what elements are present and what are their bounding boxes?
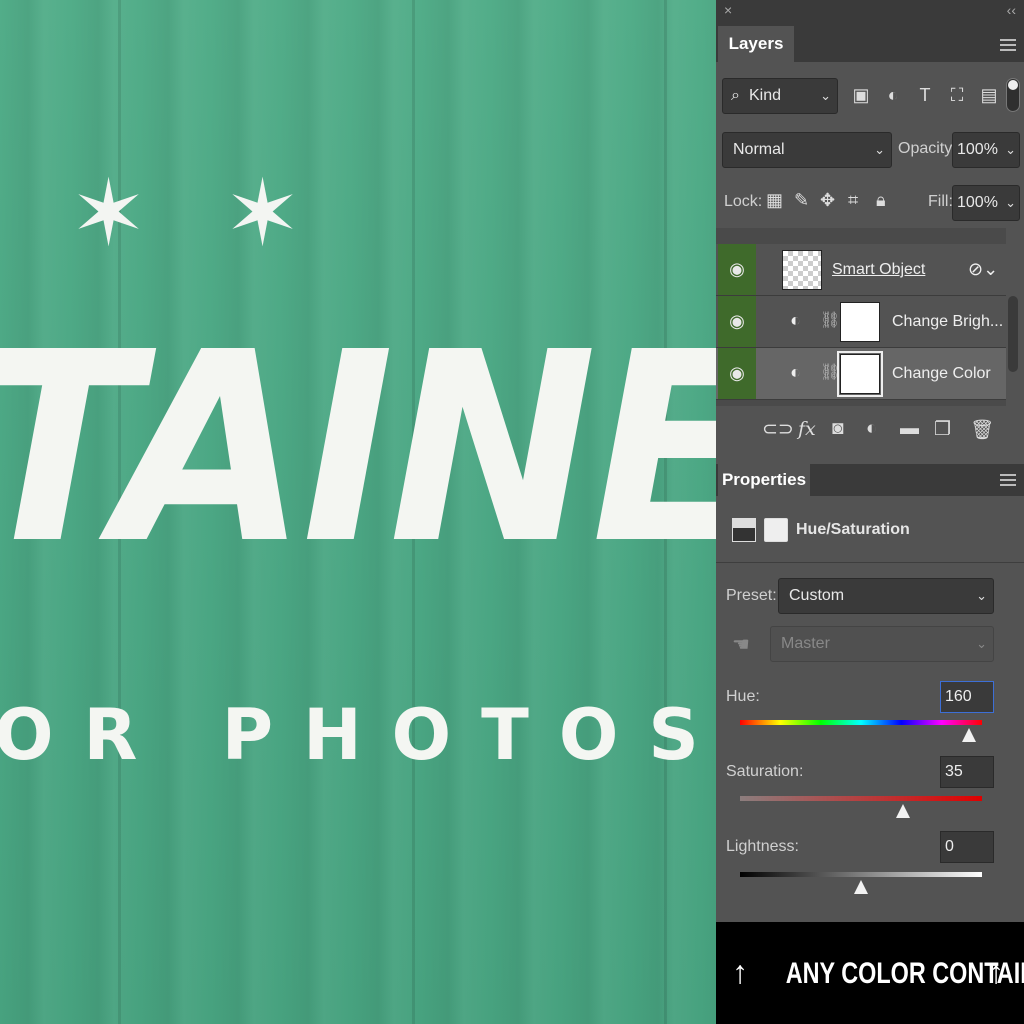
chevron-down-icon: ⌄ (874, 142, 885, 157)
chevron-down-icon: ⌄ (820, 88, 831, 103)
preset-value: Custom (789, 587, 845, 604)
chevron-down-icon: ⌄ (976, 636, 987, 651)
filter-kind-label: Kind (749, 87, 782, 104)
lock-position-icon[interactable]: ✥ (820, 190, 835, 211)
fill-value: 100% (957, 194, 998, 211)
shape-filter-icon[interactable]: ⛶ (946, 84, 968, 106)
lightness-slider-thumb[interactable] (854, 880, 868, 894)
chevron-down-icon: ⌄ (976, 588, 987, 603)
star-icon: ✶ (224, 160, 302, 267)
close-panel-icon[interactable]: × (724, 2, 732, 18)
fill-field[interactable]: 100% ⌄ (952, 185, 1020, 221)
trash-icon[interactable]: 🗑︎ (970, 418, 994, 442)
artwork-headline: TAINER (0, 296, 716, 601)
mask-properties-icon[interactable] (764, 518, 788, 542)
adjustment-layer-icon: ◐ (790, 362, 801, 382)
hue-slider-thumb[interactable] (961, 728, 976, 742)
lock-paint-icon[interactable]: ✎ (794, 190, 809, 211)
artwork-subline: OR PHOTOSHOP (0, 694, 716, 776)
folder-icon[interactable]: ▬ (900, 418, 919, 440)
layer-mask-thumbnail (840, 302, 880, 342)
image-filter-icon[interactable]: ▣ (850, 84, 872, 106)
visibility-eye-icon[interactable]: ◉ (718, 244, 756, 295)
opacity-label: Opacity: (898, 140, 957, 157)
collapse-panel-icon[interactable]: ‹‹ (1007, 2, 1016, 18)
arrow-up-icon: ↑ (732, 954, 748, 990)
layer-smart-object[interactable]: ◉ Smart Object ⊘⌄ (716, 244, 1006, 296)
properties-tab-strip: Properties (716, 464, 1024, 496)
opacity-field[interactable]: 100% ⌄ (952, 132, 1020, 168)
preset-select[interactable]: Custom ⌄ (778, 578, 994, 614)
banner-text: ANY COLOR CONTAINER (785, 957, 1024, 990)
lightness-label: Lightness: (726, 838, 799, 855)
layer-name: Smart Object (832, 261, 926, 278)
star-icon: ✶ (70, 160, 148, 267)
layer-mask-thumbnail (837, 351, 883, 397)
lightness-input[interactable]: 0 (940, 831, 994, 863)
chain-link-icon[interactable]: ⛓ (820, 362, 840, 382)
fx-icon[interactable]: fx (798, 418, 816, 440)
hue-input[interactable]: 160 (940, 681, 994, 713)
layers-panel-menu-icon[interactable] (1000, 39, 1016, 51)
layer-change-brightness[interactable]: ◉ ◐ ⛓ Change Brigh... (716, 296, 1006, 348)
smart-object-filter-icon[interactable]: ▤ (978, 84, 1000, 106)
channel-value: Master (781, 635, 830, 652)
tab-layers[interactable]: Layers (718, 26, 794, 62)
visibility-eye-icon[interactable]: ◉ (718, 296, 756, 347)
preset-label: Preset: (726, 587, 777, 604)
layers-tab-strip: × ‹‹ Layers (716, 0, 1024, 62)
smart-filter-icon[interactable]: ⊘⌄ (968, 244, 998, 295)
search-icon: ⌕ (731, 87, 740, 104)
document-canvas[interactable]: ✶ ✶ TAINER OR PHOTOSHOP (0, 0, 716, 1024)
opacity-value: 100% (957, 141, 998, 158)
filter-icons: ▣ ◐ T ⛶ ▤ (850, 84, 1000, 106)
hue-slider-track[interactable] (740, 720, 982, 725)
blend-mode-select[interactable]: Normal ⌄ (722, 132, 892, 168)
promo-banner: ↑ ANY COLOR CONTAINER ↑ (716, 922, 1024, 1024)
adjustment-icon[interactable]: ◐ (866, 418, 877, 440)
link-icon[interactable]: ⊂⊃ (762, 418, 794, 441)
blend-mode-value: Normal (733, 141, 785, 158)
chain-link-icon[interactable]: ⛓ (820, 310, 840, 330)
adjustment-layer-icon: ◐ (790, 310, 801, 330)
new-layer-icon[interactable]: ❐ (934, 418, 951, 441)
filter-toggle[interactable] (1006, 78, 1020, 112)
saturation-slider-track[interactable] (740, 796, 982, 801)
type-filter-icon[interactable]: T (914, 84, 936, 106)
lock-all-icon[interactable]: 🔒︎ (876, 190, 886, 211)
chevron-down-icon: ⌄ (1005, 195, 1016, 210)
saturation-input[interactable]: 35 (940, 756, 994, 788)
fill-label: Fill: (928, 193, 953, 210)
tab-properties[interactable]: Properties (718, 464, 810, 496)
lock-label: Lock: (724, 193, 763, 210)
divider (716, 562, 1024, 563)
visibility-eye-icon[interactable]: ◉ (718, 348, 756, 399)
right-panel: × ‹‹ Layers ⌕ Kind ⌄ ▣ ◐ T ⛶ ▤ Normal ⌄ … (716, 0, 1024, 1024)
adjustment-title: Hue/Saturation (796, 521, 910, 538)
layers-list: ◉ Smart Object ⊘⌄ ◉ ◐ ⛓ Change Brigh... … (716, 228, 1006, 406)
layer-name: Change Brigh... (892, 313, 1004, 330)
channel-select[interactable]: Master ⌄ (770, 626, 994, 662)
layers-scrollbar[interactable] (1008, 296, 1018, 372)
lock-artboard-icon[interactable]: ⌗ (848, 190, 858, 211)
adjustment-type-icon[interactable] (732, 518, 756, 542)
lightness-slider-track[interactable] (740, 872, 982, 877)
lock-transparent-icon[interactable]: ▦ (766, 190, 783, 211)
layer-filter-kind-select[interactable]: ⌕ Kind ⌄ (722, 78, 838, 114)
arrow-up-icon: ↑ (988, 954, 1004, 990)
saturation-label: Saturation: (726, 763, 804, 780)
mask-icon[interactable]: ◙ (832, 418, 843, 440)
adjustment-filter-icon[interactable]: ◐ (882, 84, 904, 106)
targeted-adjustment-hand-icon[interactable]: ☚ (732, 632, 750, 657)
hue-label: Hue: (726, 688, 760, 705)
layer-name: Change Color (892, 365, 991, 382)
smart-object-thumbnail (782, 250, 822, 290)
layer-change-color[interactable]: ◉ ◐ ⛓ Change Color (716, 348, 1006, 400)
properties-panel-menu-icon[interactable] (1000, 474, 1016, 486)
chevron-down-icon: ⌄ (1005, 142, 1016, 157)
saturation-slider-thumb[interactable] (896, 804, 911, 818)
